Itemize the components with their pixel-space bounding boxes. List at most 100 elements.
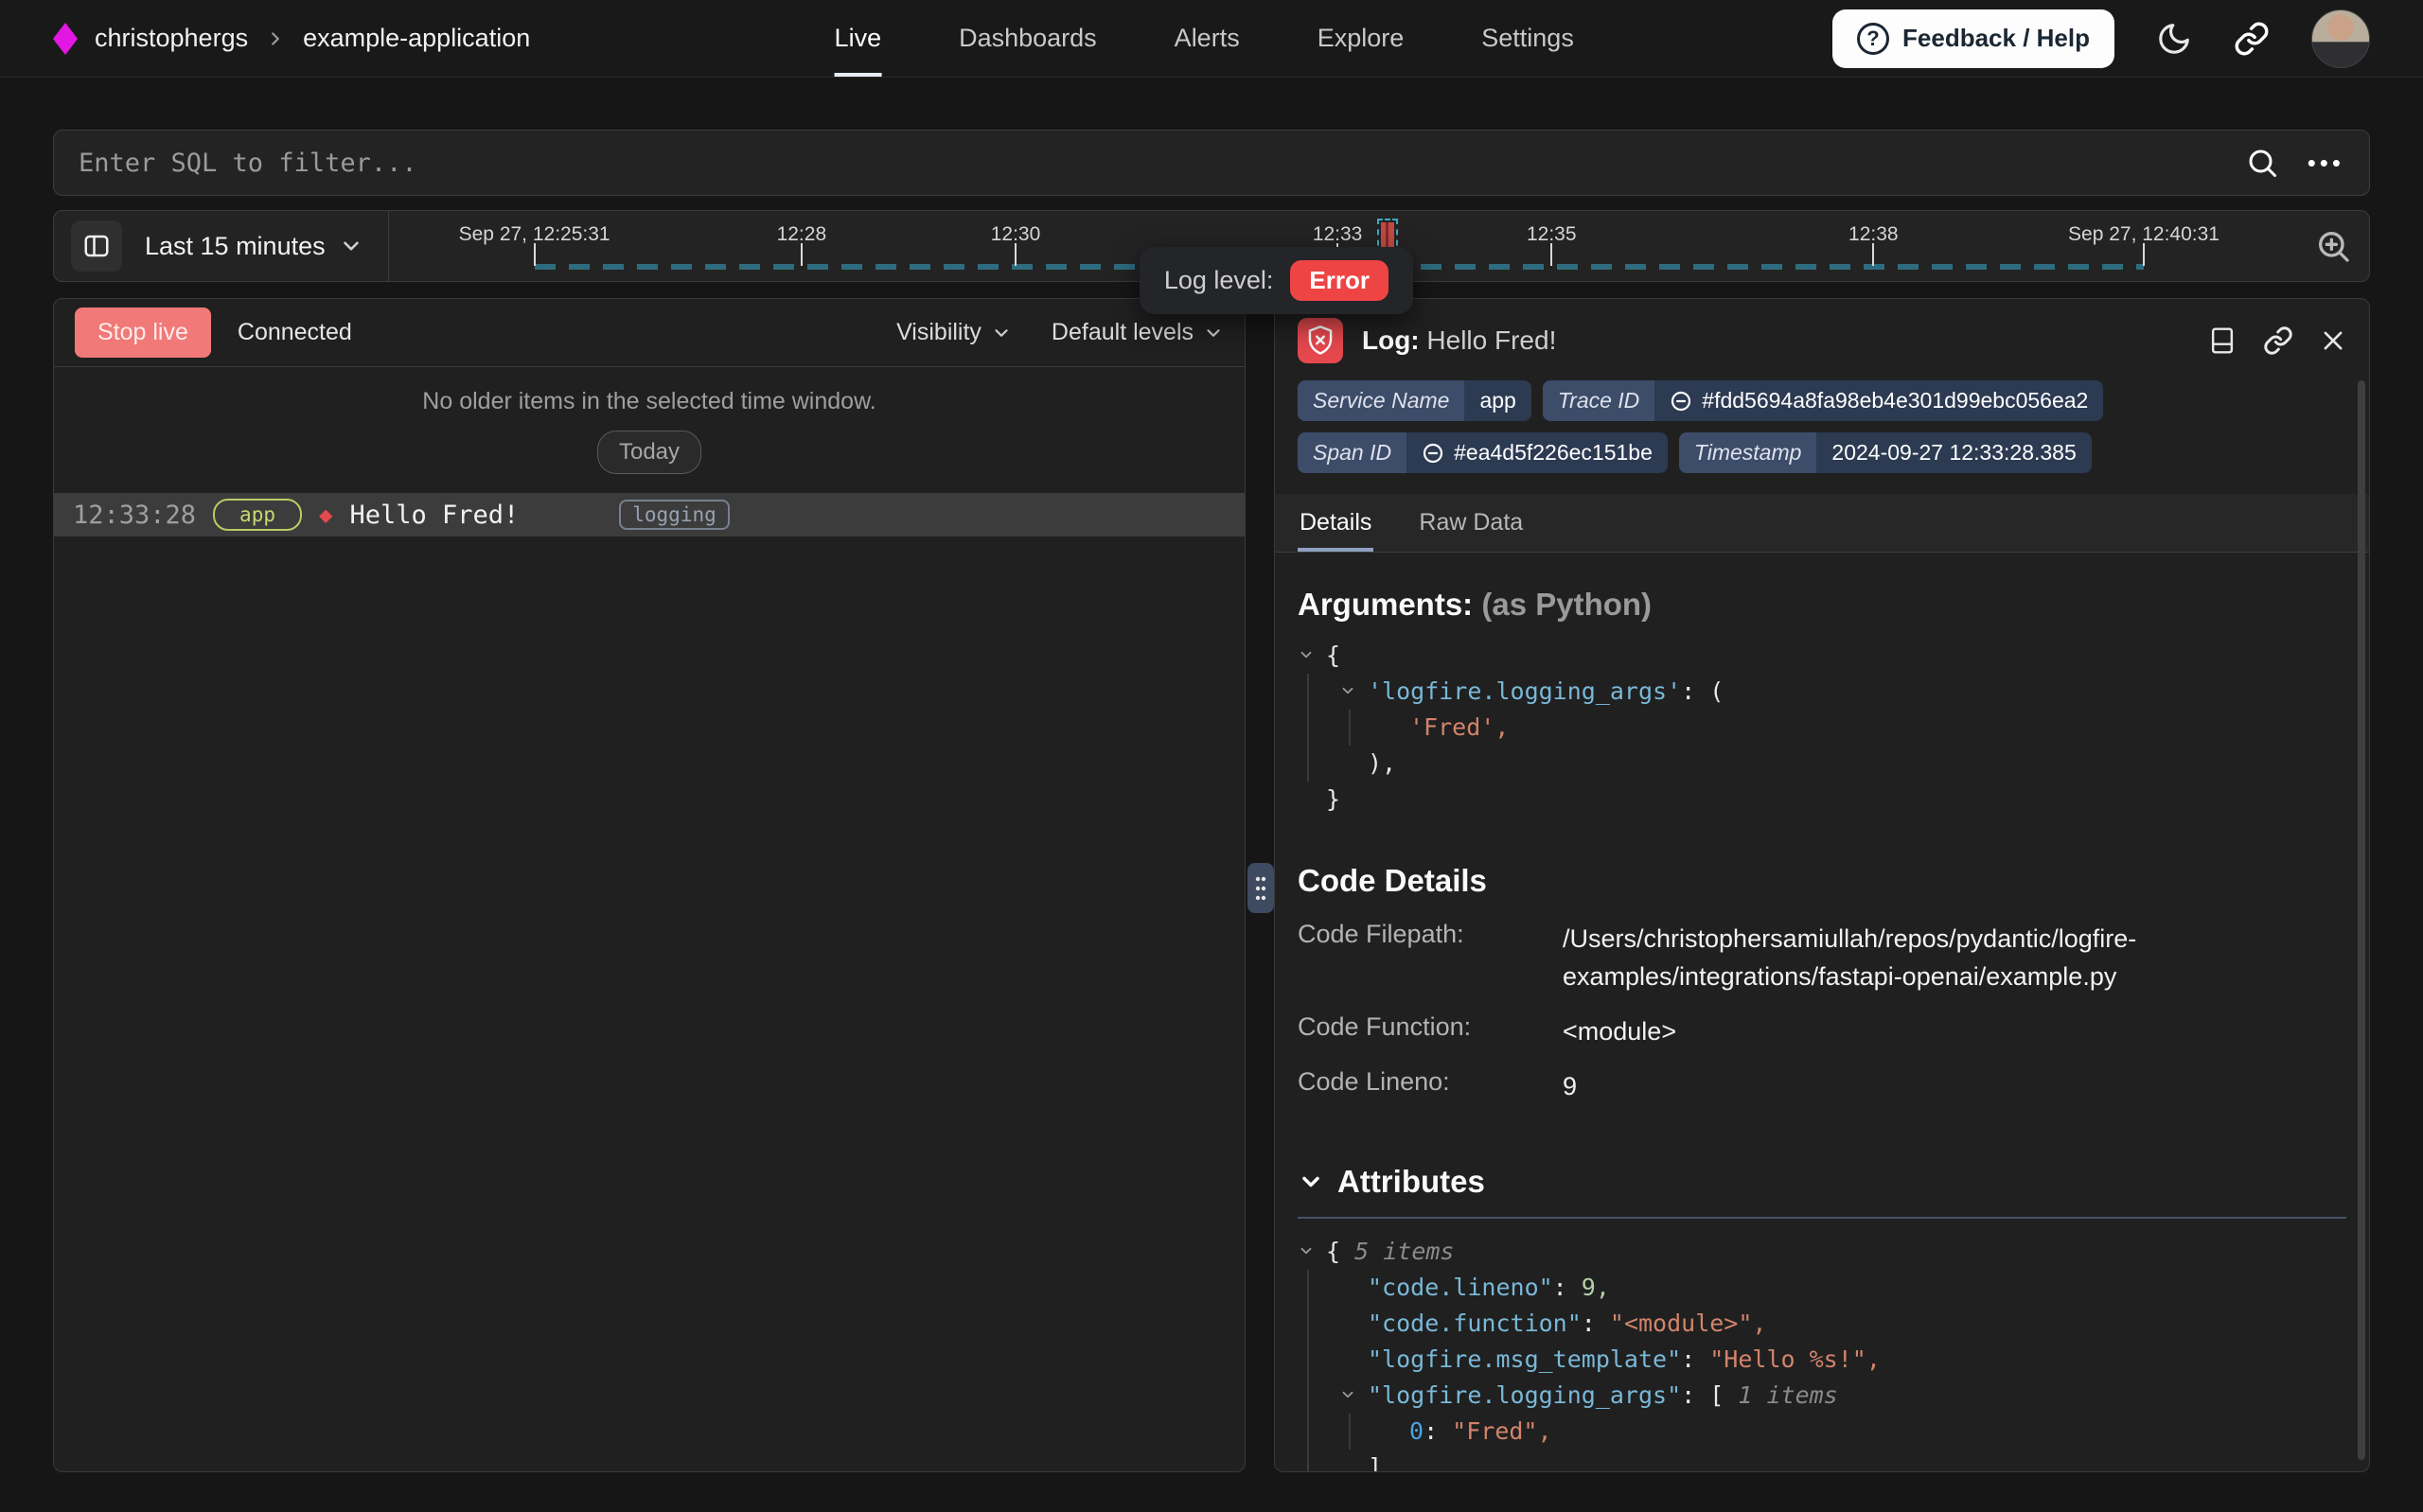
panel-resize-handle[interactable] bbox=[1247, 863, 1274, 913]
tree-line: "logfire.msg_template": "Hello %s!", bbox=[1339, 1342, 2346, 1378]
json-sep: : bbox=[1424, 1417, 1452, 1445]
link-icon bbox=[2263, 325, 2293, 356]
code-filepath-label: Code Filepath: bbox=[1298, 920, 1563, 995]
nav-actions: ? Feedback / Help bbox=[1832, 0, 2370, 77]
tab-settings[interactable]: Settings bbox=[1481, 0, 1574, 77]
arguments-heading-text: Arguments: bbox=[1298, 587, 1473, 622]
sql-filter-input[interactable] bbox=[79, 149, 2217, 178]
panel-layout-icon bbox=[81, 232, 112, 260]
tab-live[interactable]: Live bbox=[835, 0, 882, 77]
tick-mark bbox=[534, 243, 536, 266]
trace-id-badge[interactable]: Trace ID #fdd5694a8fa98eb4e301d99ebc056e… bbox=[1543, 380, 2104, 421]
error-diamond-icon: ◆ bbox=[319, 503, 332, 526]
tab-alerts[interactable]: Alerts bbox=[1175, 0, 1240, 77]
tree-nest: 0: "Fred", bbox=[1349, 1414, 2346, 1450]
json-string-value: "Fred", bbox=[1452, 1417, 1551, 1445]
tree-nest: 'logfire.logging_args': ( 'Fred', ), bbox=[1307, 674, 2346, 782]
detail-tabs: Details Raw Data bbox=[1275, 494, 2369, 553]
dark-mode-toggle[interactable] bbox=[2156, 21, 2192, 57]
tick-mark bbox=[801, 243, 803, 266]
log-detail-panel: Log: Hello Fred! Service Name app bbox=[1274, 298, 2370, 1472]
dock-panel-button[interactable] bbox=[2208, 325, 2237, 356]
sidebar-toggle-button[interactable] bbox=[71, 220, 122, 272]
python-sep: : ( bbox=[1681, 677, 1724, 705]
tree-line[interactable]: 'logfire.logging_args': ( bbox=[1339, 674, 2346, 710]
brace-close: } bbox=[1326, 785, 1340, 813]
grip-dots-icon bbox=[1253, 872, 1268, 905]
breadcrumb-org[interactable]: christophergs bbox=[95, 24, 248, 53]
chevron-down-icon bbox=[991, 323, 1012, 343]
code-function-value: <module> bbox=[1563, 1012, 2346, 1050]
brace: { bbox=[1326, 642, 1340, 669]
today-button[interactable]: Today bbox=[597, 431, 701, 474]
bracket-close: ] bbox=[1368, 1453, 1382, 1471]
tab-explore[interactable]: Explore bbox=[1318, 0, 1405, 77]
timeline[interactable]: Sep 27, 12:25:31 12:28 12:30 12:33 12:35… bbox=[412, 211, 2286, 281]
logfire-logo-icon[interactable] bbox=[53, 23, 78, 55]
timestamp-badge: Timestamp 2024-09-27 12:33:28.385 bbox=[1679, 432, 2092, 473]
collapse-chevron-icon[interactable] bbox=[1298, 1242, 1315, 1259]
user-avatar[interactable] bbox=[2311, 9, 2370, 68]
service-name-badge: Service Name app bbox=[1298, 380, 1531, 421]
tree-line[interactable]: { bbox=[1298, 638, 2346, 674]
nav-tabs: Live Dashboards Alerts Explore Settings bbox=[835, 0, 1574, 77]
divider bbox=[1298, 1217, 2346, 1219]
collapse-chevron-icon[interactable] bbox=[1339, 1386, 1356, 1403]
json-array-index: 0 bbox=[1409, 1417, 1424, 1445]
logging-tag-pill[interactable]: logging bbox=[619, 500, 730, 530]
tab-raw-data[interactable]: Raw Data bbox=[1417, 494, 1525, 552]
moon-icon bbox=[2156, 21, 2192, 57]
json-sep: : bbox=[1681, 1345, 1709, 1373]
arguments-python-tree: { 'logfire.logging_args': ( 'Fred', ), bbox=[1298, 638, 2346, 818]
search-icon[interactable] bbox=[2245, 146, 2279, 180]
collapse-chevron-icon[interactable] bbox=[1339, 682, 1356, 699]
timeline-zoom-button[interactable] bbox=[2314, 227, 2352, 265]
live-panel-header: Stop live Connected Visibility Default l… bbox=[54, 299, 1245, 367]
permalink-button[interactable] bbox=[2263, 325, 2293, 356]
stop-live-button[interactable]: Stop live bbox=[75, 308, 211, 358]
attributes-json-tree: { 5 items "code.lineno": 9, "code.functi… bbox=[1298, 1234, 2346, 1471]
span-id-badge[interactable]: Span ID #ea4d5f226ec151be bbox=[1298, 432, 1668, 473]
tree-line: } bbox=[1298, 782, 2346, 818]
more-options-icon[interactable]: ••• bbox=[2308, 149, 2344, 178]
attributes-heading[interactable]: Attributes bbox=[1298, 1164, 2346, 1200]
collapse-chevron-icon[interactable] bbox=[1298, 646, 1315, 663]
default-levels-dropdown[interactable]: Default levels bbox=[1052, 319, 1224, 346]
link-icon bbox=[1422, 442, 1444, 465]
paren-close: ), bbox=[1368, 749, 1396, 777]
log-row[interactable]: 12:33:28 app ◆ Hello Fred! logging bbox=[54, 493, 1245, 536]
chevron-right-icon bbox=[265, 28, 286, 49]
json-sep: : bbox=[1553, 1274, 1582, 1301]
breadcrumb-project[interactable]: example-application bbox=[303, 24, 530, 53]
tree-line: "code.function": "<module>", bbox=[1339, 1306, 2346, 1342]
tree-line[interactable]: "logfire.logging_args": [ 1 items bbox=[1339, 1378, 2346, 1414]
json-key: "code.function" bbox=[1368, 1310, 1582, 1337]
live-view-panel: Stop live Connected Visibility Default l… bbox=[53, 298, 1246, 1472]
share-link-button[interactable] bbox=[2234, 21, 2270, 57]
detail-scrollbar[interactable] bbox=[2358, 380, 2365, 1460]
tree-line[interactable]: { 5 items bbox=[1298, 1234, 2346, 1270]
close-detail-button[interactable] bbox=[2320, 327, 2346, 354]
sql-filter-bar: ••• bbox=[53, 130, 2370, 196]
bracket-open: [ bbox=[1709, 1381, 1724, 1409]
code-lineno-label: Code Lineno: bbox=[1298, 1067, 1563, 1105]
time-range-select[interactable]: Last 15 minutes bbox=[145, 232, 363, 261]
link-icon bbox=[2234, 21, 2270, 57]
tab-dashboards[interactable]: Dashboards bbox=[959, 0, 1097, 77]
timestamp-value: 2024-09-27 12:33:28.385 bbox=[1816, 432, 2091, 473]
error-level-badge: Error bbox=[1290, 260, 1388, 301]
feedback-help-button[interactable]: ? Feedback / Help bbox=[1832, 9, 2114, 68]
badge-label: Timestamp bbox=[1679, 432, 1817, 473]
tree-nest: "code.lineno": 9, "code.function": "<mod… bbox=[1307, 1270, 2346, 1471]
badge-label: Span ID bbox=[1298, 432, 1406, 473]
error-shield-icon bbox=[1298, 318, 1343, 363]
service-pill[interactable]: app bbox=[213, 499, 302, 531]
close-icon bbox=[2320, 327, 2346, 354]
tab-details[interactable]: Details bbox=[1298, 494, 1373, 552]
detail-header: Log: Hello Fred! bbox=[1275, 299, 2369, 375]
json-sep: : bbox=[1681, 1381, 1709, 1409]
code-details-heading: Code Details bbox=[1298, 863, 2346, 899]
python-string-value: 'Fred', bbox=[1409, 713, 1509, 741]
metadata-badges: Service Name app Trace ID #fdd5694a8fa98… bbox=[1275, 375, 2369, 473]
visibility-dropdown[interactable]: Visibility bbox=[896, 319, 1012, 346]
